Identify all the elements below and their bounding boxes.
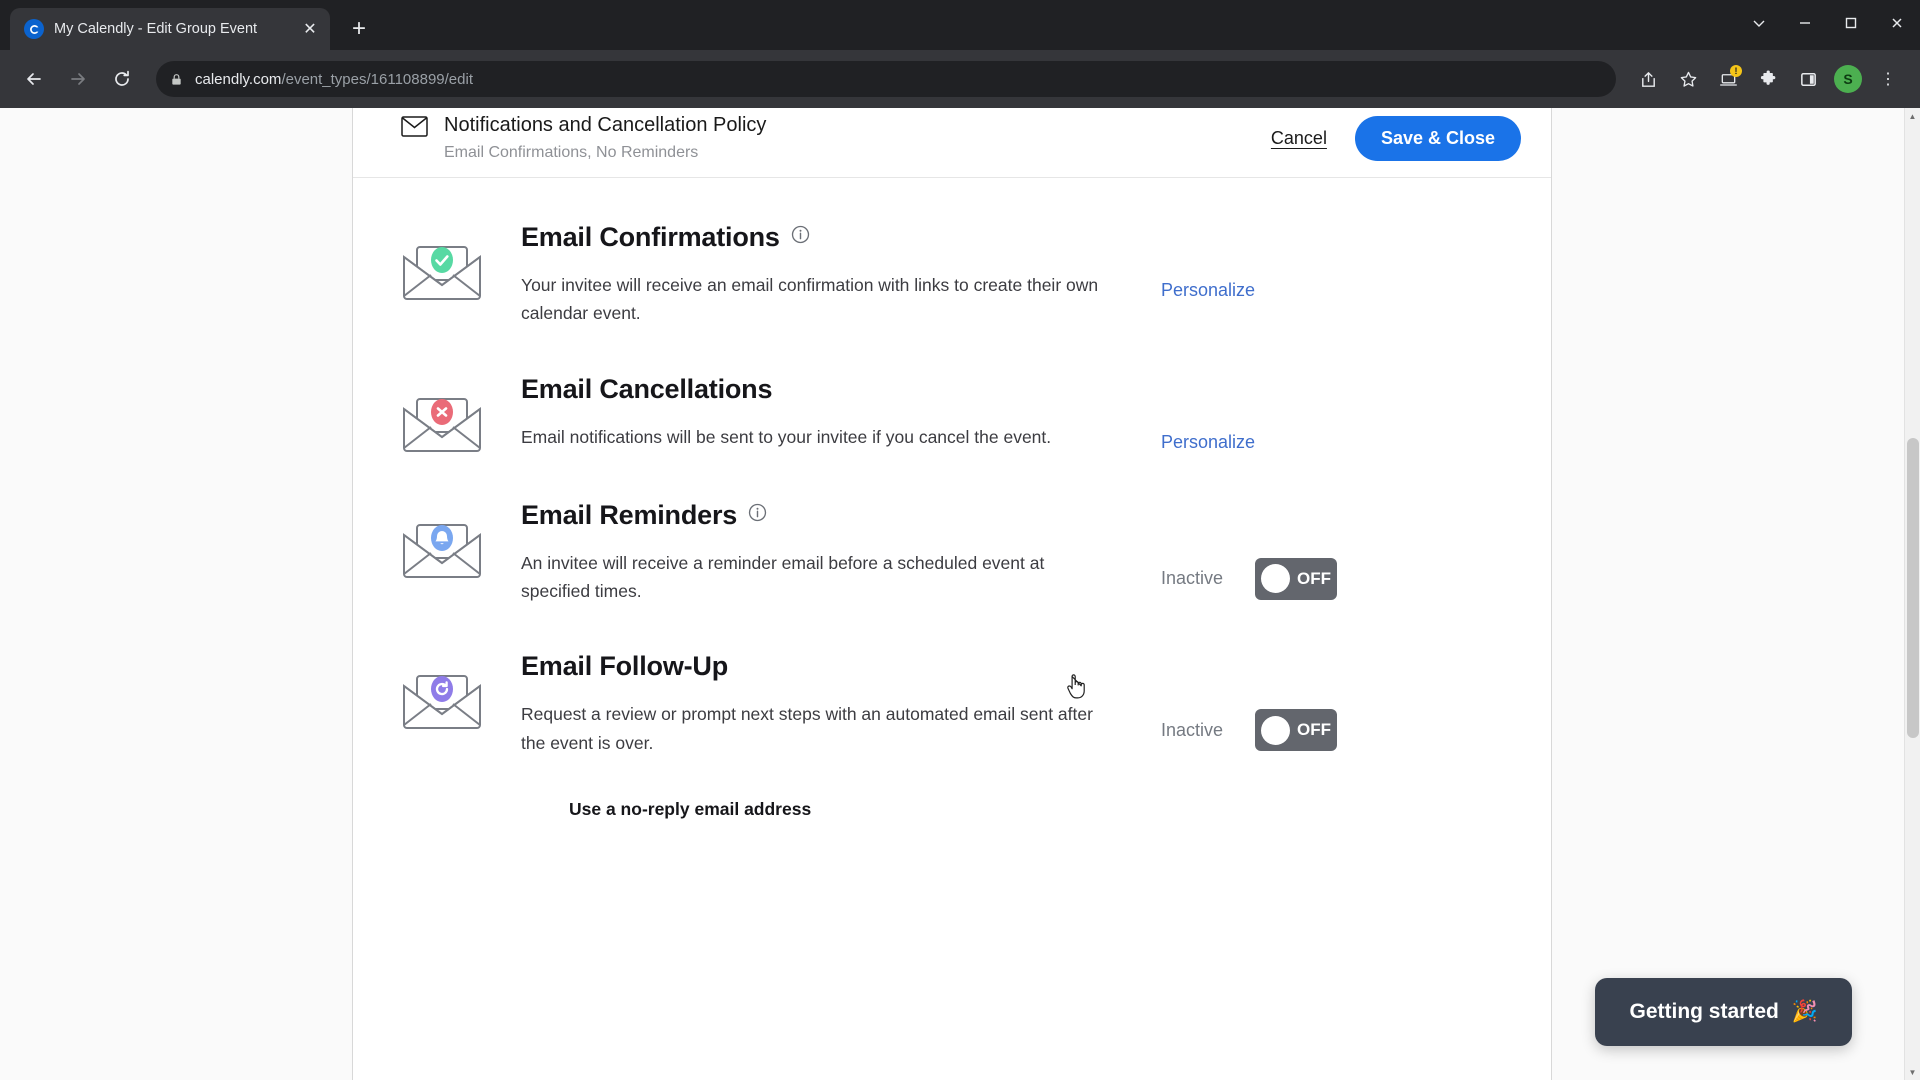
- followup-toggle[interactable]: OFF: [1255, 709, 1338, 752]
- bookmark-star-icon[interactable]: [1670, 61, 1706, 97]
- section-icon: [401, 647, 521, 731]
- save-and-close-button[interactable]: Save & Close: [1354, 116, 1521, 161]
- section-title-text: Email Confirmations: [521, 222, 780, 252]
- section-email-follow-up: Email Follow-Up Request a review or prom…: [401, 647, 1521, 799]
- section-email-reminders: Email Reminders An invitee will receive …: [401, 496, 1521, 648]
- url-domain: calendly.com: [195, 70, 282, 88]
- section-title-text: Email Reminders: [521, 499, 738, 530]
- toggle-knob: [1261, 564, 1291, 594]
- calendly-page: Notifications and Cancellation Policy Em…: [0, 108, 1904, 1080]
- section-title: Email Cancellations: [521, 374, 1161, 405]
- section-action: Inactive OFF: [1161, 647, 1461, 752]
- section-body: Email Cancellations Email notifications …: [521, 370, 1161, 451]
- info-icon[interactable]: [791, 225, 810, 244]
- toggle-knob: [1261, 715, 1291, 745]
- getting-started-widget[interactable]: Getting started 🎉: [1595, 978, 1852, 1046]
- minimize-to-tray-icon[interactable]: [1736, 0, 1782, 46]
- url-text: calendly.com/event_types/161108899/edit: [195, 71, 473, 88]
- section-action: Personalize: [1161, 370, 1461, 453]
- followup-status-label: Inactive: [1161, 719, 1224, 740]
- page-viewport: Notifications and Cancellation Policy Em…: [0, 108, 1920, 1080]
- scroll-down-arrow[interactable]: ▼: [1905, 1064, 1920, 1080]
- browser-tab[interactable]: My Calendly - Edit Group Event ✕: [10, 8, 330, 50]
- refresh-circle-icon: [401, 659, 483, 731]
- party-popper-icon: 🎉: [1791, 1000, 1818, 1023]
- section-email-cancellations: Email Cancellations Email notifications …: [401, 370, 1521, 496]
- tab-strip: My Calendly - Edit Group Event ✕ +: [0, 0, 1920, 50]
- section-body: Email Reminders An invitee will receive …: [521, 496, 1161, 606]
- scrollbar-thumb[interactable]: [1907, 438, 1919, 738]
- info-icon[interactable]: [748, 503, 767, 522]
- back-button[interactable]: [14, 59, 54, 99]
- sheet-header-actions: Cancel Save & Close: [1271, 108, 1521, 161]
- toggle-state-label: OFF: [1297, 720, 1332, 740]
- profile-avatar[interactable]: S: [1830, 61, 1866, 97]
- url-path: /event_types/161108899/edit: [281, 70, 473, 88]
- toggle-state-label: OFF: [1297, 568, 1332, 588]
- mail-outline-icon: [401, 112, 428, 162]
- x-circle-icon: [401, 382, 483, 454]
- new-tab-button[interactable]: +: [342, 12, 376, 46]
- notifications-list: Email Confirmations Your invitee will re…: [353, 178, 1551, 820]
- section-description: Request a review or prompt next steps wi…: [521, 704, 1093, 753]
- calendly-favicon: [24, 19, 44, 39]
- address-bar[interactable]: calendly.com/event_types/161108899/edit: [156, 61, 1616, 97]
- section-title-text: Email Follow-Up: [521, 651, 729, 682]
- tab-close-icon[interactable]: ✕: [298, 17, 322, 41]
- update-badge: !: [1730, 65, 1742, 77]
- section-title: Email Confirmations: [521, 222, 1161, 253]
- page-scrollbar[interactable]: ▲ ▼: [1904, 108, 1920, 1080]
- avatar: S: [1834, 65, 1862, 93]
- share-icon[interactable]: [1630, 61, 1666, 97]
- browser-toolbar: calendly.com/event_types/161108899/edit …: [0, 50, 1920, 108]
- section-description: An invitee will receive a reminder email…: [521, 552, 1045, 602]
- section-action: Personalize: [1161, 218, 1461, 301]
- sheet-header: Notifications and Cancellation Policy Em…: [353, 108, 1551, 178]
- sheet-header-left: Notifications and Cancellation Policy Em…: [401, 108, 1271, 162]
- bell-circle-icon: [401, 508, 483, 580]
- section-title: Email Reminders: [521, 500, 1161, 531]
- section-description: Email notifications will be sent to your…: [521, 426, 1052, 447]
- section-icon: [401, 370, 521, 454]
- section-body: Email Follow-Up Request a review or prom…: [521, 647, 1161, 757]
- reminders-toggle[interactable]: OFF: [1255, 557, 1338, 600]
- getting-started-label: Getting started: [1629, 1000, 1779, 1023]
- maximize-icon[interactable]: [1828, 0, 1874, 46]
- browser-menu-button[interactable]: ⋮: [1870, 61, 1906, 97]
- edit-event-sheet: Notifications and Cancellation Policy Em…: [352, 108, 1552, 1080]
- section-title-text: Email Cancellations: [521, 373, 773, 404]
- section-email-confirmations: Email Confirmations Your invitee will re…: [401, 218, 1521, 370]
- side-panel-icon[interactable]: [1790, 61, 1826, 97]
- close-window-icon[interactable]: [1874, 0, 1920, 46]
- forward-button[interactable]: [58, 59, 98, 99]
- window-controls: [1736, 0, 1920, 46]
- section-action: Inactive OFF: [1161, 496, 1461, 600]
- lock-icon: [170, 73, 183, 86]
- page-title: Notifications and Cancellation Policy: [444, 114, 767, 136]
- tab-title: My Calendly - Edit Group Event: [54, 21, 258, 37]
- sheet-header-text: Notifications and Cancellation Policy Em…: [444, 112, 766, 162]
- personalize-link-cancellations[interactable]: Personalize: [1161, 432, 1255, 453]
- extensions-puzzle-icon[interactable]: [1750, 61, 1786, 97]
- section-body: Email Confirmations Your invitee will re…: [521, 218, 1161, 328]
- reminders-status-label: Inactive: [1161, 568, 1224, 589]
- section-icon: [401, 218, 521, 302]
- reload-button[interactable]: [102, 59, 142, 99]
- minimize-icon[interactable]: [1782, 0, 1828, 46]
- check-circle-icon: [401, 230, 483, 302]
- update-laptop-icon[interactable]: !: [1710, 61, 1746, 97]
- browser-window: My Calendly - Edit Group Event ✕ + calen…: [0, 0, 1920, 1080]
- personalize-link-confirmations[interactable]: Personalize: [1161, 280, 1255, 301]
- section-title: Email Follow-Up: [521, 651, 1161, 682]
- no-reply-label: Use a no-reply email address: [569, 799, 812, 820]
- section-icon: [401, 496, 521, 580]
- page-subtitle: Email Confirmations, No Reminders: [444, 144, 699, 161]
- section-description: Your invitee will receive an email confi…: [521, 275, 1099, 324]
- cancel-button[interactable]: Cancel: [1271, 128, 1327, 149]
- scroll-up-arrow[interactable]: ▲: [1905, 108, 1920, 124]
